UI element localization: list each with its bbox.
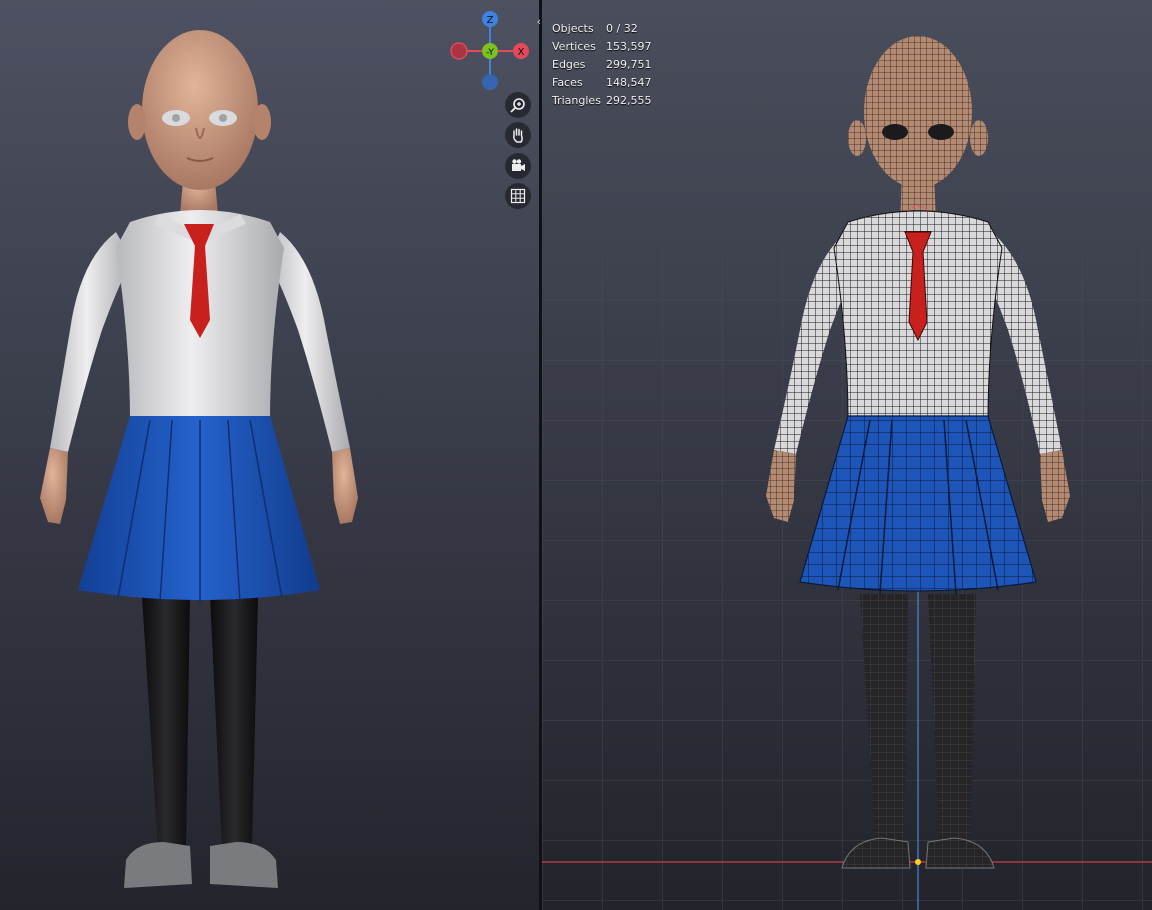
camera-icon[interactable] [505,153,531,179]
svg-text:-Y: -Y [486,48,494,58]
grid-ortho-icon[interactable] [505,183,531,209]
stat-row-vertices: Vertices 153,597 [552,38,652,56]
stat-label: Objects [552,22,594,35]
stat-label: Triangles [552,94,601,107]
stat-row-faces: Faces 148,547 [552,74,652,92]
wireframe-character-model [542,36,1152,910]
neg-x-axis-handle[interactable] [450,42,468,60]
stat-label: Edges [552,58,586,71]
stat-label: Faces [552,76,583,89]
stat-value: 292,555 [606,94,652,107]
shaded-character-model [40,30,358,888]
blender-window: Z X -Y ‹› Objects 0 / 32 Vertices 153,59… [0,0,1152,910]
navigation-gizmo[interactable]: Z X -Y [448,8,534,94]
scene-statistics-overlay: Objects 0 / 32 Vertices 153,597 Edges 299,7… [552,20,652,110]
hand-pan-icon[interactable] [505,122,531,148]
origin-point [915,859,921,865]
stat-row-triangles: Triangles 292,555 [552,92,652,110]
zoom-icon[interactable] [505,92,531,118]
stat-value: 299,751 [606,58,652,71]
stat-value: 148,547 [606,76,652,89]
stat-value: 0 / 32 [606,22,638,35]
svg-text:Z: Z [487,15,494,26]
svg-text:X: X [518,47,525,58]
stat-value: 153,597 [606,40,652,53]
stat-row-objects: Objects 0 / 32 [552,20,652,38]
solid-shaded-viewport[interactable]: Z X -Y [0,0,539,910]
stat-row-edges: Edges 299,751 [552,56,652,74]
wireframe-viewport[interactable] [542,0,1152,910]
stat-label: Vertices [552,40,596,53]
neg-z-axis-handle[interactable] [482,74,498,90]
